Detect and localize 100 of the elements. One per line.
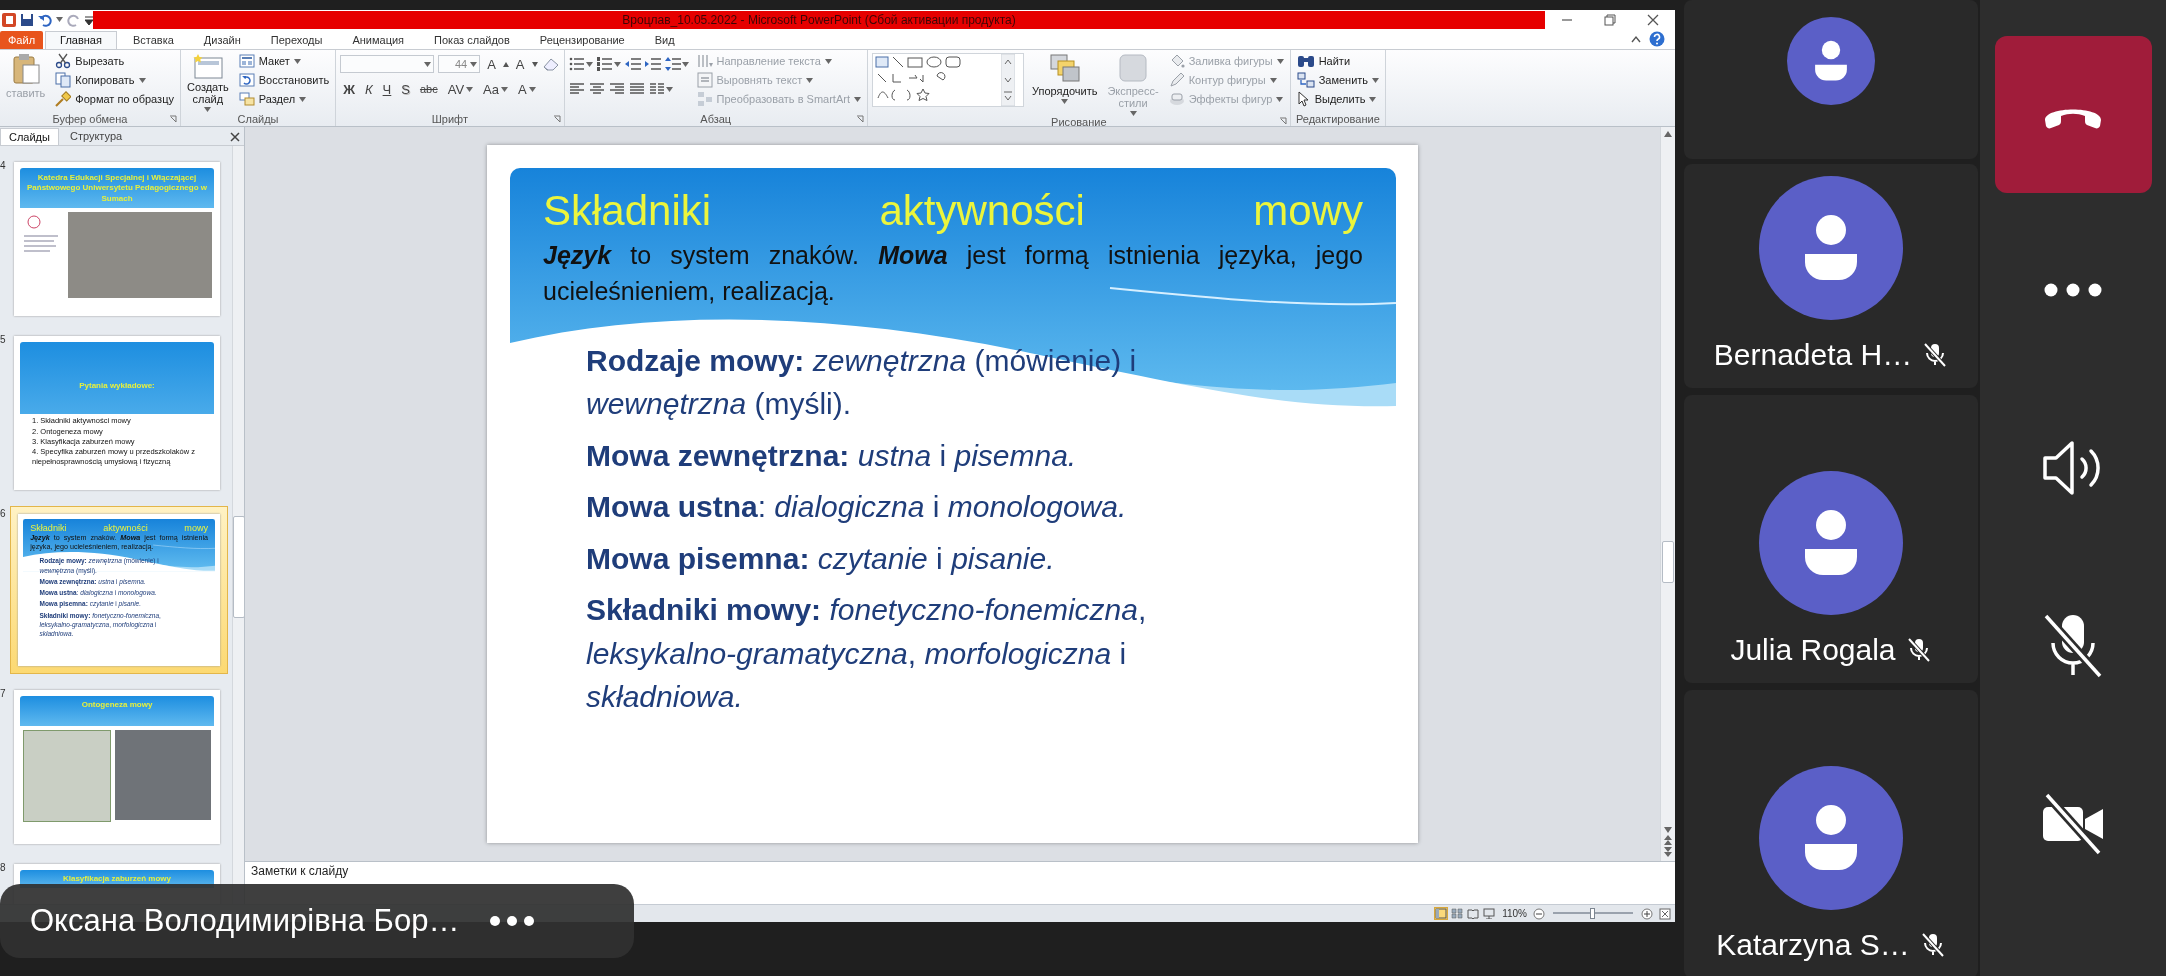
format-button[interactable]: К [361,81,376,97]
scroll-up-icon[interactable] [1664,131,1672,138]
ribbon-tab[interactable]: Рецензирование [525,31,639,50]
slide-title: Klasyfikacja zaburzeń mowy [61,872,172,885]
slide-text: Mowa zewnętrzna: ustna i pisemna. [586,437,1078,474]
reset-icon [238,72,255,89]
fit-to-window-icon[interactable] [1659,907,1671,920]
scissors-icon [55,53,72,70]
slide-text: Język to system znaków. Mowa jest formą istnienia języka, jego ucieleśnieniem, realizacją. [543,239,1363,307]
ribbon-tab[interactable]: Дизайн [189,31,255,50]
format-button[interactable]: Aa [480,81,511,97]
selected-thumbnail-frame[interactable] [10,506,228,674]
panel-tab[interactable]: Слайды [0,128,59,146]
dialog-launcher-icon[interactable] [1278,117,1287,126]
ribbon-button[interactable]: Создать слайд [184,53,231,113]
brush-icon [55,91,72,108]
dialog-launcher-icon[interactable] [552,115,561,124]
format-button[interactable]: S [398,81,413,97]
caret-icon [56,17,63,23]
dialog-launcher-icon[interactable] [855,115,864,124]
ribbon-button[interactable]: Упорядочить [1029,53,1100,105]
pen-icon [1168,72,1185,89]
format-button[interactable]: abc [416,83,441,96]
gallery-scroll-icon[interactable] [1000,54,1015,107]
ribbon-button[interactable]: Заменить [1294,72,1382,89]
next-slide-icon[interactable] [1664,847,1672,858]
participant-name: Julia Rogala [1730,633,1896,667]
outdent-icon[interactable] [624,57,641,72]
ribbon-tab[interactable]: Вид [640,31,689,50]
format-button[interactable]: AV [444,81,477,97]
slide-thumbnail[interactable] [18,514,220,666]
ribbon-tab[interactable]: Переходы [256,31,337,50]
align-right-icon[interactable] [608,82,625,97]
camera-off-icon[interactable] [2041,793,2105,855]
view-button[interactable] [1482,907,1497,921]
close-icon[interactable] [1647,13,1660,26]
previous-slide-icon[interactable] [1664,835,1672,846]
indent-icon[interactable] [644,57,661,72]
more-icon[interactable] [489,915,536,927]
format-button[interactable]: A [512,56,528,72]
columns-icon[interactable] [648,82,665,97]
format-button[interactable]: A [484,56,499,72]
new-slide-icon [191,53,224,80]
numbering-icon[interactable] [596,57,613,72]
ribbon-tab[interactable]: Анимация [338,31,419,50]
more-icon[interactable] [2043,283,2103,297]
slider-thumb[interactable] [1590,908,1595,920]
ribbon-button[interactable]: Макет [236,53,332,70]
hang-up-button[interactable] [1994,36,2152,193]
ribbon-button[interactable]: Вырезать [53,53,176,70]
ribbon-tab[interactable]: Главная [45,31,117,50]
ribbon-button[interactable]: Копировать [53,72,176,89]
participant-name: Katarzyna S… [1716,928,1910,962]
caret-up-icon[interactable] [502,61,509,67]
ribbon-button[interactable]: Выделить [1294,91,1382,108]
close-icon[interactable] [230,132,240,143]
line-spacing-icon[interactable] [664,57,681,72]
participant-name: Bernadeta H… [1713,338,1913,372]
section-icon [238,91,255,108]
format-button[interactable]: Ч [379,81,395,97]
group-label: Абзац [700,112,732,125]
restore-icon[interactable] [1604,13,1616,26]
avatar-icon [1759,471,1903,615]
help-icon[interactable] [1649,31,1665,48]
text-direction-icon [696,53,713,70]
customize-caret-icon[interactable] [85,14,93,25]
ribbon-button[interactable]: Раздел [236,91,332,108]
ribbon-tab[interactable]: Вставка [118,31,188,50]
save-icon[interactable] [20,12,34,27]
eraser-icon[interactable] [541,56,560,73]
ribbon-button[interactable]: Восстановить [236,72,332,89]
scrollbar-thumb[interactable] [1662,541,1674,584]
collapse-ribbon-icon[interactable] [1631,35,1641,44]
slide-number: 5 [0,333,7,346]
caret-down-icon[interactable] [531,61,538,67]
dialog-launcher-icon[interactable] [168,115,177,124]
group-label: Шрифт [431,112,468,125]
align-center-icon[interactable] [588,82,605,97]
scroll-down-icon[interactable] [1664,827,1672,834]
undo-icon[interactable] [38,12,52,27]
grid-view-icon [1451,908,1464,920]
app-logo-icon[interactable] [2,12,16,27]
ribbon-button[interactable]: Найти [1294,53,1382,70]
bullets-icon[interactable] [568,57,585,72]
font-name-field[interactable] [340,55,435,74]
format-button[interactable]: A [515,81,539,97]
panel-tab[interactable]: Структура [60,127,132,146]
view-button[interactable] [1450,907,1465,921]
format-button[interactable]: Ж [340,81,358,97]
zoom-in-icon[interactable] [1641,907,1653,920]
ribbon-tab[interactable]: Показ слайдов [420,31,524,50]
microphone-off-icon[interactable] [2042,613,2104,679]
scrollbar-thumb[interactable] [232,516,244,619]
align-left-icon[interactable] [568,82,585,97]
file-menu-button[interactable]: Файл [0,31,44,50]
ribbon-button[interactable]: Формат по образцу [53,91,176,108]
group-label: Редактирование [1295,112,1380,125]
view-button[interactable] [1466,907,1481,921]
justify-icon[interactable] [628,82,645,97]
zoom-out-icon[interactable] [1533,907,1545,920]
